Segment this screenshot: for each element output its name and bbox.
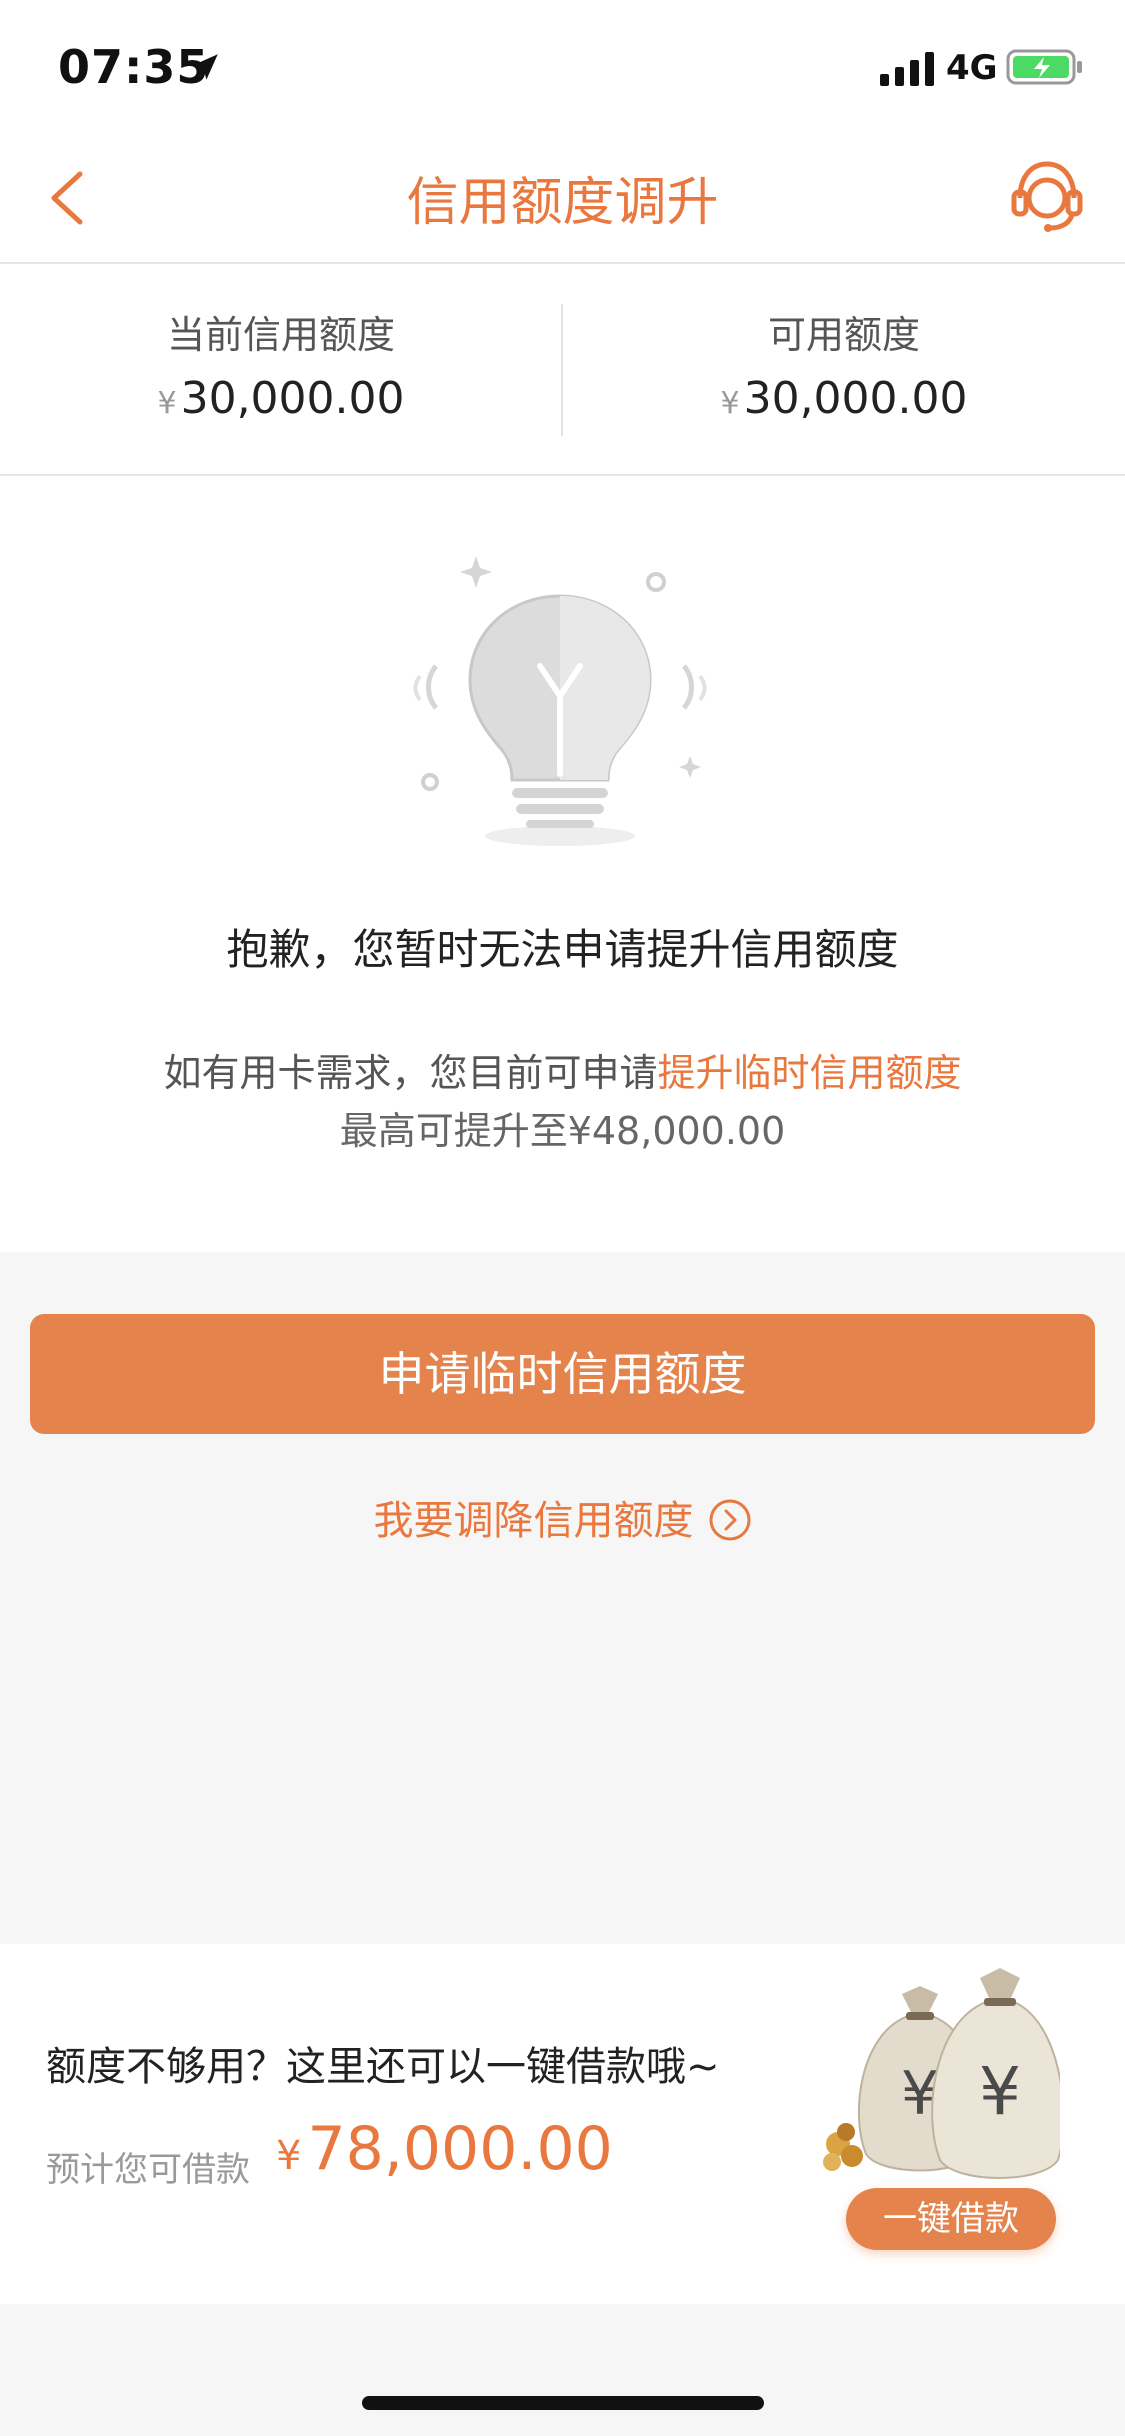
currency-symbol: ¥ xyxy=(720,386,740,421)
page-title: 信用额度调升 xyxy=(406,173,719,233)
available-credit-label: 可用额度 xyxy=(767,313,920,357)
notice-line1-text: 如有用卡需求，您目前可申请 xyxy=(163,1051,658,1095)
headset-icon[interactable] xyxy=(1008,158,1086,232)
decrease-credit-link[interactable]: 我要调降信用额度 xyxy=(0,1488,1125,1546)
battery-charging-icon xyxy=(1006,49,1082,85)
notice-line2: 最高可提升至¥48,000.00 xyxy=(339,1109,786,1153)
notice-card: 抱歉，您暂时无法申请提升信用额度 如有用卡需求，您目前可申请提升临时信用额度 最… xyxy=(0,476,1125,1252)
circle-arrow-right-icon xyxy=(709,1499,750,1541)
signal-icon xyxy=(880,52,934,86)
one-click-loan-button[interactable]: 一键借款 xyxy=(846,2188,1056,2250)
available-credit-amount: 30,000.00 xyxy=(743,373,968,424)
notice-line1: 如有用卡需求，您目前可申请提升临时信用额度 xyxy=(0,1042,1125,1097)
loan-amount-value: 78,000.00 xyxy=(307,2114,613,2184)
apply-temporary-credit-button[interactable]: 申请临时信用额度 xyxy=(30,1314,1095,1434)
status-time: 07:35 xyxy=(58,40,210,94)
loan-amount: ¥78,000.00 xyxy=(276,2114,613,2184)
currency-symbol: ¥ xyxy=(276,2133,302,2179)
current-credit-amount: 30,000.00 xyxy=(180,373,405,424)
decrease-credit-label: 我要调降信用额度 xyxy=(373,1498,694,1544)
location-arrow-icon xyxy=(192,54,218,80)
loan-estimate-label: 预计您可借款 xyxy=(46,2150,250,2190)
notice-title: 抱歉，您暂时无法申请提升信用额度 xyxy=(226,925,899,974)
nav-bar: 信用额度调升 xyxy=(0,132,1125,264)
available-credit-value: ¥30,000.00 xyxy=(563,373,1125,424)
currency-symbol: ¥ xyxy=(157,386,177,421)
credit-summary: 当前信用额度 ¥30,000.00 可用额度 ¥30,000.00 xyxy=(0,264,1125,476)
network-type: 4G xyxy=(946,48,998,88)
current-credit-value: ¥30,000.00 xyxy=(0,373,562,424)
loan-card: 额度不够用？这里还可以一键借款哦~ 预计您可借款 ¥78,000.00 ¥ ¥ … xyxy=(0,1944,1125,2304)
svg-text:¥: ¥ xyxy=(979,2053,1021,2130)
temporary-credit-link[interactable]: 提升临时信用额度 xyxy=(658,1051,962,1095)
status-bar: 07:35 4G xyxy=(0,0,1125,132)
home-indicator xyxy=(362,2396,764,2410)
money-bag-illustration: ¥ ¥ xyxy=(823,1968,1060,2179)
loan-title: 额度不够用？这里还可以一键借款哦~ xyxy=(46,2044,720,2090)
current-credit: 当前信用额度 ¥30,000.00 xyxy=(0,264,562,474)
lightbulb-illustration xyxy=(413,556,707,846)
available-credit: 可用额度 ¥30,000.00 xyxy=(563,264,1125,474)
current-credit-label: 当前信用额度 xyxy=(166,313,395,357)
